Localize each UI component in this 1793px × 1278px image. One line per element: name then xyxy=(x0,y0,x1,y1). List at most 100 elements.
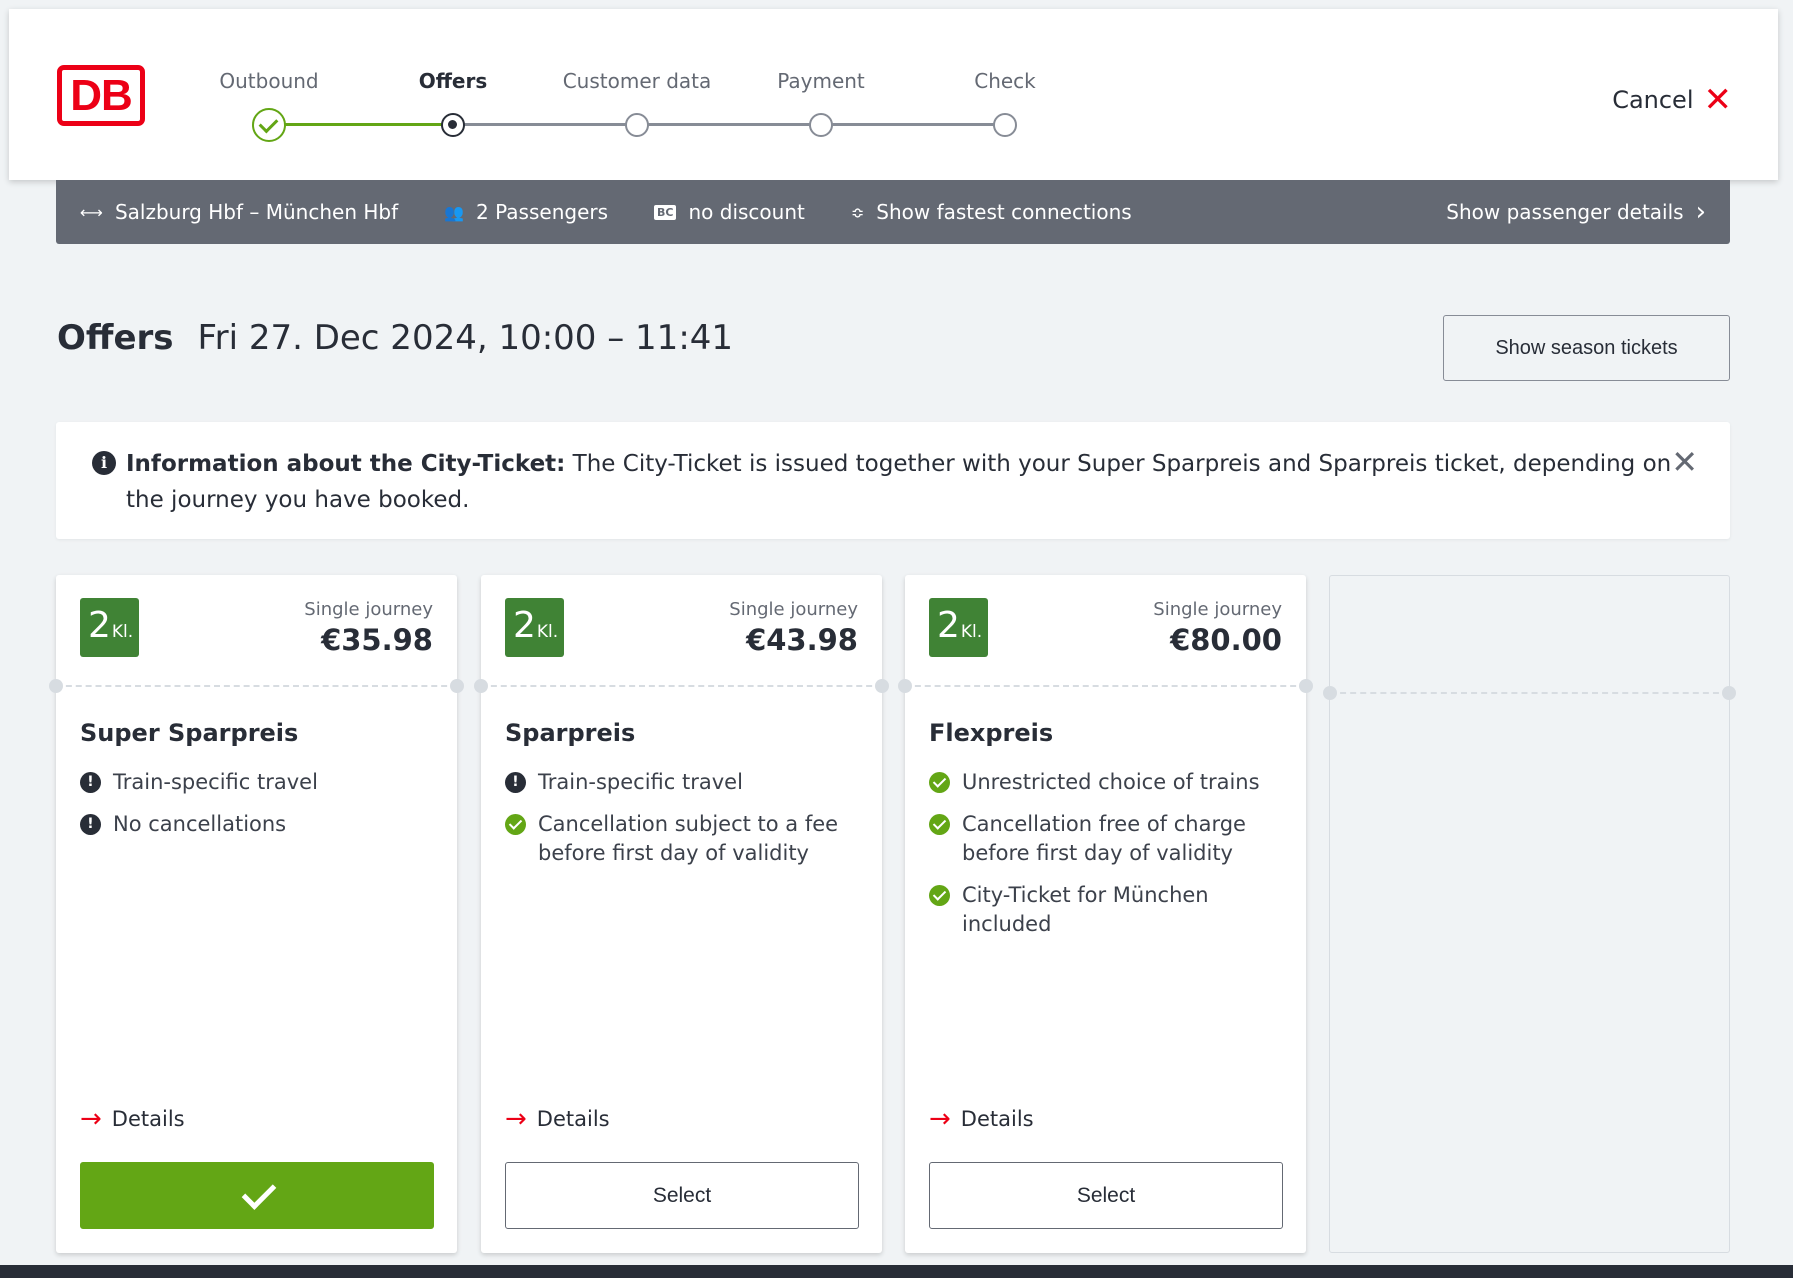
details-link[interactable]: → Details xyxy=(929,1104,1034,1134)
class-number: 2 xyxy=(88,605,111,646)
step-label-outbound: Outbound xyxy=(219,69,319,93)
progress-stepper: Outbound Offers Customer data Payment Ch… xyxy=(209,59,1049,149)
people-icon: 👥 xyxy=(444,202,465,222)
details-label: Details xyxy=(536,1107,610,1131)
step-outbound-check-icon[interactable] xyxy=(252,108,286,142)
class-badge: 2 Kl. xyxy=(80,598,139,657)
close-icon[interactable]: ✕ xyxy=(1671,446,1698,478)
feature-text: No cancellations xyxy=(113,812,287,836)
connections-summary[interactable]: ≎ Show fastest connections xyxy=(851,200,1132,224)
feature-item: Unrestricted choice of trains xyxy=(929,768,1289,797)
details-link[interactable]: → Details xyxy=(80,1104,185,1134)
booking-header: DB Outbound Offers Customer data Payment… xyxy=(9,9,1778,180)
arrow-right-icon: → xyxy=(505,1104,527,1134)
feature-list: Unrestricted choice of trains Cancellati… xyxy=(929,768,1289,952)
offer-card-super-sparpreis[interactable]: 2 Kl. Single journey €35.98 Super Sparpre… xyxy=(49,575,464,1253)
feature-text: Cancellation subject to a fee before fir… xyxy=(538,812,839,865)
step-label-check: Check xyxy=(974,69,1036,93)
offer-card-flexpreis[interactable]: 2 Kl. Single journey €80.00 Flexpreis Unr… xyxy=(898,575,1313,1253)
passengers-text: 2 Passengers xyxy=(476,200,609,224)
exclamation-icon: ! xyxy=(80,772,101,793)
feature-item: City-Ticket for München included xyxy=(929,881,1289,939)
feature-text: City-Ticket for München included xyxy=(962,883,1209,936)
step-label-offers: Offers xyxy=(418,69,488,93)
bottom-bar xyxy=(0,1265,1793,1278)
step-customer-data-icon xyxy=(625,113,649,137)
price-label: Single journey xyxy=(1153,599,1282,620)
class-suffix: Kl. xyxy=(111,622,134,642)
feature-text: Unrestricted choice of trains xyxy=(962,770,1260,794)
passenger-details-text: Show passenger details xyxy=(1446,200,1684,224)
step-label-customer-data: Customer data xyxy=(562,69,712,93)
cancel-label: Cancel xyxy=(1612,86,1694,114)
offer-card-placeholder xyxy=(1323,575,1736,1253)
exclamation-icon: ! xyxy=(80,814,101,835)
close-icon: ✕ xyxy=(1703,80,1733,120)
feature-text: Train-specific travel xyxy=(113,770,318,794)
city-ticket-info-box: i Information about the City-Ticket: The… xyxy=(56,422,1730,539)
arrow-right-icon: → xyxy=(929,1104,951,1134)
details-label: Details xyxy=(111,1107,185,1131)
perforation-divider xyxy=(898,679,1313,693)
step-check-icon xyxy=(993,113,1017,137)
chevron-right-icon: › xyxy=(1695,197,1706,227)
step-connector-3 xyxy=(637,123,821,126)
step-payment-icon xyxy=(809,113,833,137)
details-label: Details xyxy=(960,1107,1034,1131)
passengers-summary[interactable]: 👥 2 Passengers xyxy=(444,200,608,224)
perforation-divider xyxy=(1323,686,1736,700)
price-label: Single journey xyxy=(304,599,433,620)
filter-icon: ≎ xyxy=(850,202,865,222)
selected-offer-button[interactable] xyxy=(80,1162,434,1229)
offer-name: Flexpreis xyxy=(929,719,1054,747)
price: €43.98 xyxy=(746,623,858,657)
feature-item: Cancellation free of charge before first… xyxy=(929,810,1289,868)
step-offers-current-icon xyxy=(441,113,465,137)
discount-text: no discount xyxy=(688,200,805,224)
class-suffix: Kl. xyxy=(536,622,559,642)
feature-item: ! Train-specific travel xyxy=(80,768,440,797)
offer-card-sparpreis[interactable]: 2 Kl. Single journey €43.98 Sparpreis ! Tr… xyxy=(474,575,889,1253)
perforation-divider xyxy=(474,679,889,693)
show-season-tickets-button[interactable]: Show season tickets xyxy=(1443,315,1730,381)
select-button[interactable]: Select xyxy=(929,1162,1283,1229)
class-number: 2 xyxy=(513,605,536,646)
price-label: Single journey xyxy=(729,599,858,620)
connections-text: Show fastest connections xyxy=(876,200,1132,224)
check-circle-icon xyxy=(929,885,950,906)
page-title: Offers xyxy=(57,318,174,358)
price: €35.98 xyxy=(321,623,433,657)
offer-name: Super Sparpreis xyxy=(80,719,299,747)
perforation-divider xyxy=(49,679,464,693)
bahncard-icon: BC xyxy=(654,204,677,220)
cancel-button[interactable]: Cancel ✕ xyxy=(1612,80,1733,120)
info-message: Information about the City-Ticket: The C… xyxy=(126,446,1686,518)
class-suffix: Kl. xyxy=(960,622,983,642)
route-summary[interactable]: ⟷ Salzburg Hbf – München Hbf xyxy=(80,200,398,224)
arrow-right-icon: → xyxy=(80,1104,102,1134)
feature-text: Cancellation free of charge before first… xyxy=(962,812,1246,865)
step-connector-4 xyxy=(821,123,1005,126)
discount-summary[interactable]: BC no discount xyxy=(654,200,805,224)
select-button[interactable]: Select xyxy=(505,1162,859,1229)
route-text: Salzburg Hbf – München Hbf xyxy=(114,200,399,224)
exclamation-icon: ! xyxy=(505,772,526,793)
details-link[interactable]: → Details xyxy=(505,1104,610,1134)
check-circle-icon xyxy=(505,814,526,835)
info-icon: i xyxy=(92,451,116,475)
route-arrow-icon: ⟷ xyxy=(80,202,103,222)
feature-item: ! Train-specific travel xyxy=(505,768,865,797)
db-logo[interactable]: DB xyxy=(57,65,145,126)
offer-name: Sparpreis xyxy=(505,719,636,747)
feature-item: ! No cancellations xyxy=(80,810,440,839)
feature-item: Cancellation subject to a fee before fir… xyxy=(505,810,865,868)
step-connector-2 xyxy=(453,123,637,126)
offers-heading: Offers Fri 27. Dec 2024, 10:00 – 11:41 xyxy=(57,318,733,358)
show-passenger-details-link[interactable]: Show passenger details › xyxy=(1446,197,1706,227)
feature-text: Train-specific travel xyxy=(538,770,743,794)
check-circle-icon xyxy=(929,814,950,835)
info-title: Information about the City-Ticket: xyxy=(126,451,566,477)
journey-date-time: Fri 27. Dec 2024, 10:00 – 11:41 xyxy=(197,318,734,358)
step-connector-1 xyxy=(269,123,453,126)
check-circle-icon xyxy=(929,772,950,793)
